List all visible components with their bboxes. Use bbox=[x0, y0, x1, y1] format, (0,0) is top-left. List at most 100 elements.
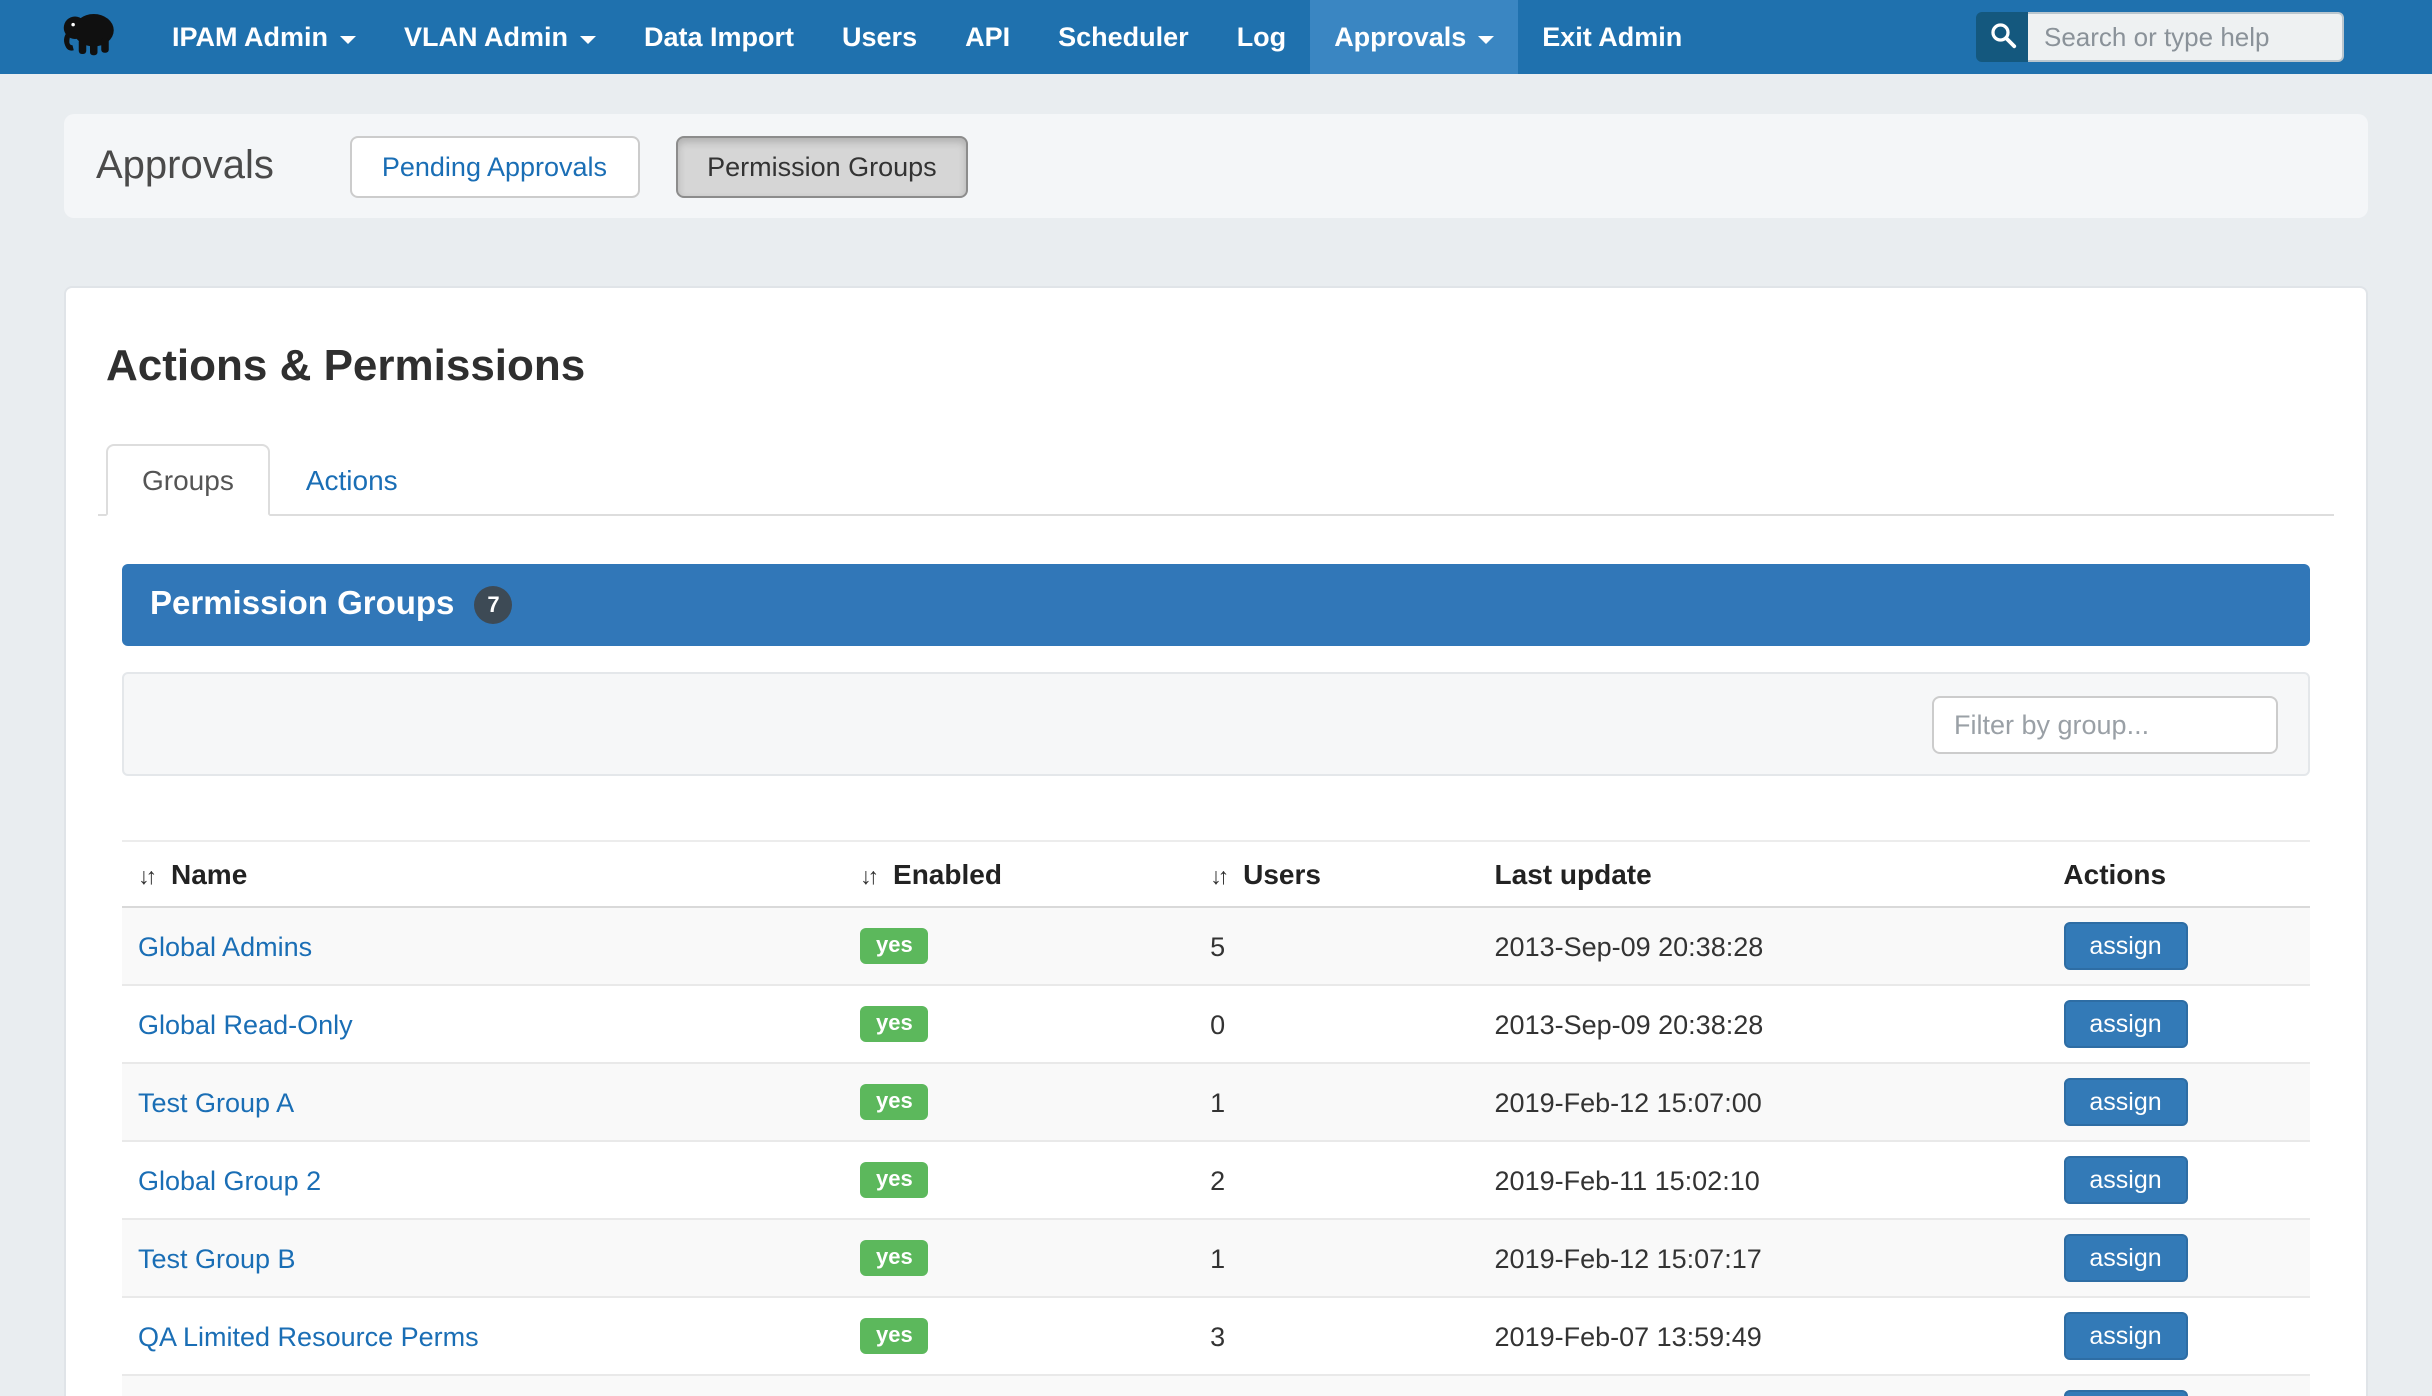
last-update: 2013-Sep-09 20:38:28 bbox=[1479, 907, 2048, 985]
group-name-link[interactable]: Test Group B bbox=[138, 1243, 296, 1273]
users-count: 0 bbox=[1194, 985, 1478, 1063]
actions-cell: assign bbox=[2047, 985, 2310, 1063]
navbar-item-label: Exit Admin bbox=[1542, 22, 1682, 52]
enabled-badge: yes bbox=[860, 928, 929, 964]
tab-actions[interactable]: Actions bbox=[270, 444, 434, 516]
table-body: Global Admins yes 5 2013-Sep-09 20:38:28… bbox=[122, 907, 2310, 1396]
users-count: 1 bbox=[1194, 1219, 1478, 1297]
permission-groups-panel: Permission Groups 7 ↓↑Name ↓↑Enabled ↓↑U… bbox=[122, 564, 2310, 1396]
app-logo[interactable] bbox=[60, 0, 120, 74]
navbar-item-api[interactable]: API bbox=[941, 0, 1034, 74]
assign-button[interactable]: assign bbox=[2063, 922, 2187, 970]
column-header-label: Last update bbox=[1495, 858, 1652, 890]
group-name-link[interactable]: Global Group 2 bbox=[138, 1165, 321, 1195]
column-header-users[interactable]: ↓↑Users bbox=[1194, 841, 1478, 907]
column-header-actions[interactable]: Actions bbox=[2047, 841, 2310, 907]
last-update: 2019-Feb-12 15:08:37 bbox=[1479, 1375, 2048, 1396]
group-name-link[interactable]: Test Group A bbox=[138, 1087, 294, 1117]
filter-by-group-input[interactable] bbox=[1932, 695, 2278, 753]
group-name-cell: QA TLR Non Admin Group bbox=[122, 1375, 844, 1396]
table-row: QA TLR Non Admin Group yes 1 2019-Feb-12… bbox=[122, 1375, 2310, 1396]
enabled-cell: yes bbox=[844, 1297, 1194, 1375]
enabled-cell: yes bbox=[844, 1375, 1194, 1396]
navbar-item-approvals[interactable]: Approvals bbox=[1310, 0, 1518, 74]
panel-title: Permission Groups bbox=[150, 586, 454, 624]
navbar-item-ipam-admin[interactable]: IPAM Admin bbox=[148, 0, 380, 74]
last-update: 2019-Feb-12 15:07:00 bbox=[1479, 1063, 2048, 1141]
chevron-down-icon bbox=[1478, 35, 1494, 43]
page-title: Approvals bbox=[96, 143, 274, 189]
navbar-item-label: Users bbox=[842, 22, 917, 52]
users-count: 1 bbox=[1194, 1375, 1478, 1396]
navbar-item-label: Approvals bbox=[1334, 22, 1466, 52]
table-row: Global Admins yes 5 2013-Sep-09 20:38:28… bbox=[122, 907, 2310, 985]
group-name-link[interactable]: QA Limited Resource Perms bbox=[138, 1321, 479, 1351]
group-count-badge: 7 bbox=[474, 586, 512, 624]
last-update: 2013-Sep-09 20:38:28 bbox=[1479, 985, 2048, 1063]
group-name-link[interactable]: Global Read-Only bbox=[138, 1009, 353, 1039]
enabled-cell: yes bbox=[844, 1063, 1194, 1141]
enabled-badge: yes bbox=[860, 1318, 929, 1354]
users-count: 5 bbox=[1194, 907, 1478, 985]
panel-header: Permission Groups 7 bbox=[122, 564, 2310, 646]
enabled-badge: yes bbox=[860, 1006, 929, 1042]
navbar-item-label: Data Import bbox=[644, 22, 794, 52]
users-count: 1 bbox=[1194, 1063, 1478, 1141]
navbar-item-label: API bbox=[965, 22, 1010, 52]
enabled-cell: yes bbox=[844, 907, 1194, 985]
actions-cell: assign bbox=[2047, 907, 2310, 985]
last-update: 2019-Feb-12 15:07:17 bbox=[1479, 1219, 2048, 1297]
navbar-search bbox=[1976, 0, 2344, 74]
column-header-name[interactable]: ↓↑Name bbox=[122, 841, 844, 907]
table-row: Global Group 2 yes 2 2019-Feb-11 15:02:1… bbox=[122, 1141, 2310, 1219]
actions-cell: assign bbox=[2047, 1063, 2310, 1141]
assign-button[interactable]: assign bbox=[2063, 1156, 2187, 1204]
column-header-label: Actions bbox=[2063, 858, 2166, 890]
card-title: Actions & Permissions bbox=[106, 340, 2326, 392]
column-header-label: Users bbox=[1243, 858, 1321, 890]
page-head: Approvals Pending Approvals Permission Gr… bbox=[64, 114, 2368, 218]
actions-cell: assign bbox=[2047, 1375, 2310, 1396]
navbar-items: IPAM Admin VLAN Admin Data Import Users … bbox=[148, 0, 1706, 74]
navbar-item-log[interactable]: Log bbox=[1213, 0, 1311, 74]
enabled-cell: yes bbox=[844, 1141, 1194, 1219]
button-permission-groups[interactable]: Permission Groups bbox=[675, 135, 969, 197]
users-count: 2 bbox=[1194, 1141, 1478, 1219]
navbar-item-label: Scheduler bbox=[1058, 22, 1189, 52]
group-name-cell: Global Admins bbox=[122, 907, 844, 985]
enabled-badge: yes bbox=[860, 1084, 929, 1120]
navbar-item-vlan-admin[interactable]: VLAN Admin bbox=[380, 0, 620, 74]
column-header-label: Name bbox=[171, 858, 247, 890]
actions-cell: assign bbox=[2047, 1219, 2310, 1297]
navbar-item-scheduler[interactable]: Scheduler bbox=[1034, 0, 1213, 74]
assign-button[interactable]: assign bbox=[2063, 1078, 2187, 1126]
assign-button[interactable]: assign bbox=[2063, 1234, 2187, 1282]
enabled-badge: yes bbox=[860, 1240, 929, 1276]
page-head-buttons: Pending Approvals Permission Groups bbox=[350, 135, 969, 197]
search-input[interactable] bbox=[2028, 12, 2344, 62]
sort-icon: ↓↑ bbox=[860, 866, 875, 890]
group-name-link[interactable]: Global Admins bbox=[138, 931, 312, 961]
assign-button[interactable]: assign bbox=[2063, 1312, 2187, 1360]
tab-groups[interactable]: Groups bbox=[106, 444, 270, 516]
actions-cell: assign bbox=[2047, 1141, 2310, 1219]
navbar-item-label: Log bbox=[1237, 22, 1287, 52]
phpipam-admin-page: IPAM Admin VLAN Admin Data Import Users … bbox=[0, 0, 2432, 1396]
group-name-cell: Test Group A bbox=[122, 1063, 844, 1141]
enabled-badge: yes bbox=[860, 1162, 929, 1198]
permission-groups-table: ↓↑Name ↓↑Enabled ↓↑Users Last update Act… bbox=[122, 840, 2310, 1396]
panel-toolbar bbox=[122, 672, 2310, 776]
tabs: GroupsActions bbox=[98, 444, 2334, 516]
navbar-item-users[interactable]: Users bbox=[818, 0, 941, 74]
top-navbar: IPAM Admin VLAN Admin Data Import Users … bbox=[0, 0, 2432, 74]
navbar-item-data-import[interactable]: Data Import bbox=[620, 0, 818, 74]
assign-button[interactable]: assign bbox=[2063, 1000, 2187, 1048]
column-header-enabled[interactable]: ↓↑Enabled bbox=[844, 841, 1194, 907]
elephant-logo-icon bbox=[60, 4, 120, 70]
actions-permissions-card: Actions & Permissions GroupsActions Perm… bbox=[64, 286, 2368, 1396]
assign-button[interactable]: assign bbox=[2063, 1390, 2187, 1396]
button-pending-approvals[interactable]: Pending Approvals bbox=[350, 135, 639, 197]
search-button[interactable] bbox=[1976, 12, 2028, 62]
navbar-item-exit-admin[interactable]: Exit Admin bbox=[1518, 0, 1706, 74]
column-header-last-update[interactable]: Last update bbox=[1479, 841, 2048, 907]
